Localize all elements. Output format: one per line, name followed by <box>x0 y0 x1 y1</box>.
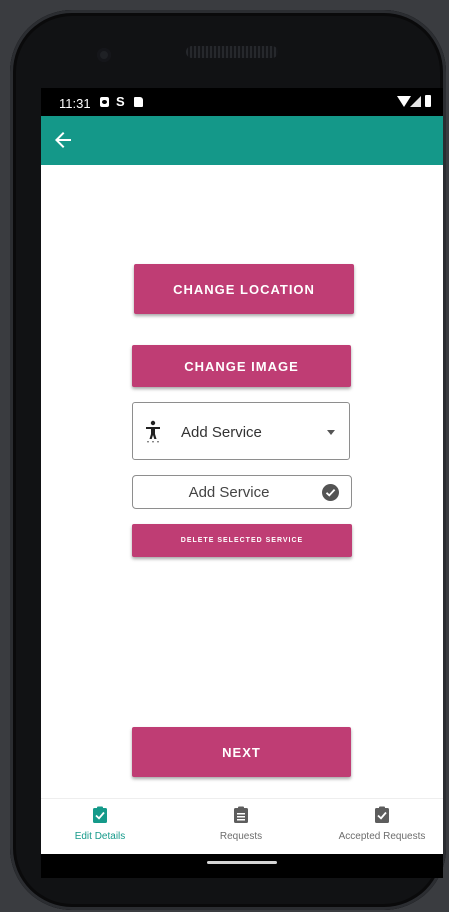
arrow-left-icon[interactable] <box>51 128 75 152</box>
service-dropdown-value: Add Service <box>181 424 262 441</box>
clipboard-check-icon <box>375 806 389 823</box>
service-dropdown[interactable]: Add Service <box>132 402 350 460</box>
photo-icon <box>100 97 109 107</box>
change-location-button[interactable]: CHANGE LOCATION <box>134 264 354 314</box>
wifi-icon <box>397 96 411 107</box>
phone-screen: 11:31 S CHANGE LOCATION CHANGE IMAGE Add… <box>41 88 443 878</box>
gesture-bar <box>41 854 443 878</box>
phone-frame: 11:31 S CHANGE LOCATION CHANGE IMAGE Add… <box>10 10 446 910</box>
earpiece-speaker <box>186 46 278 58</box>
change-image-button[interactable]: CHANGE IMAGE <box>132 345 351 387</box>
delete-selected-service-button[interactable]: DELETE SELECTED SERVICE <box>132 524 352 557</box>
next-button[interactable]: NEXT <box>132 727 351 777</box>
s-icon: S <box>116 94 125 109</box>
add-service-field <box>132 475 352 509</box>
signal-icon <box>410 96 421 107</box>
clipboard-check-icon <box>93 806 107 823</box>
bottom-navigation: Edit Details Requests Accepted Requests <box>41 798 443 855</box>
nav-item-requests[interactable]: Requests <box>191 799 291 855</box>
accessibility-icon <box>146 420 160 443</box>
nav-label-edit-details: Edit Details <box>74 831 126 842</box>
nav-item-edit-details[interactable]: Edit Details <box>55 799 145 855</box>
nav-label-accepted-requests: Accepted Requests <box>338 831 426 842</box>
front-camera <box>97 48 111 62</box>
screenshot-stage: 11:31 S CHANGE LOCATION CHANGE IMAGE Add… <box>0 0 449 912</box>
status-bar: 11:31 S <box>41 88 443 116</box>
add-service-input[interactable] <box>133 476 315 508</box>
nav-item-accepted-requests[interactable]: Accepted Requests <box>321 799 443 855</box>
check-circle-icon[interactable] <box>322 484 339 501</box>
battery-icon <box>425 95 431 107</box>
clipboard-list-icon <box>234 806 248 823</box>
sd-card-icon <box>134 97 143 107</box>
chevron-down-icon <box>327 430 335 435</box>
nav-label-requests: Requests <box>219 831 263 842</box>
home-indicator[interactable] <box>207 861 277 864</box>
status-time: 11:31 <box>59 96 91 111</box>
app-bar <box>41 116 443 165</box>
